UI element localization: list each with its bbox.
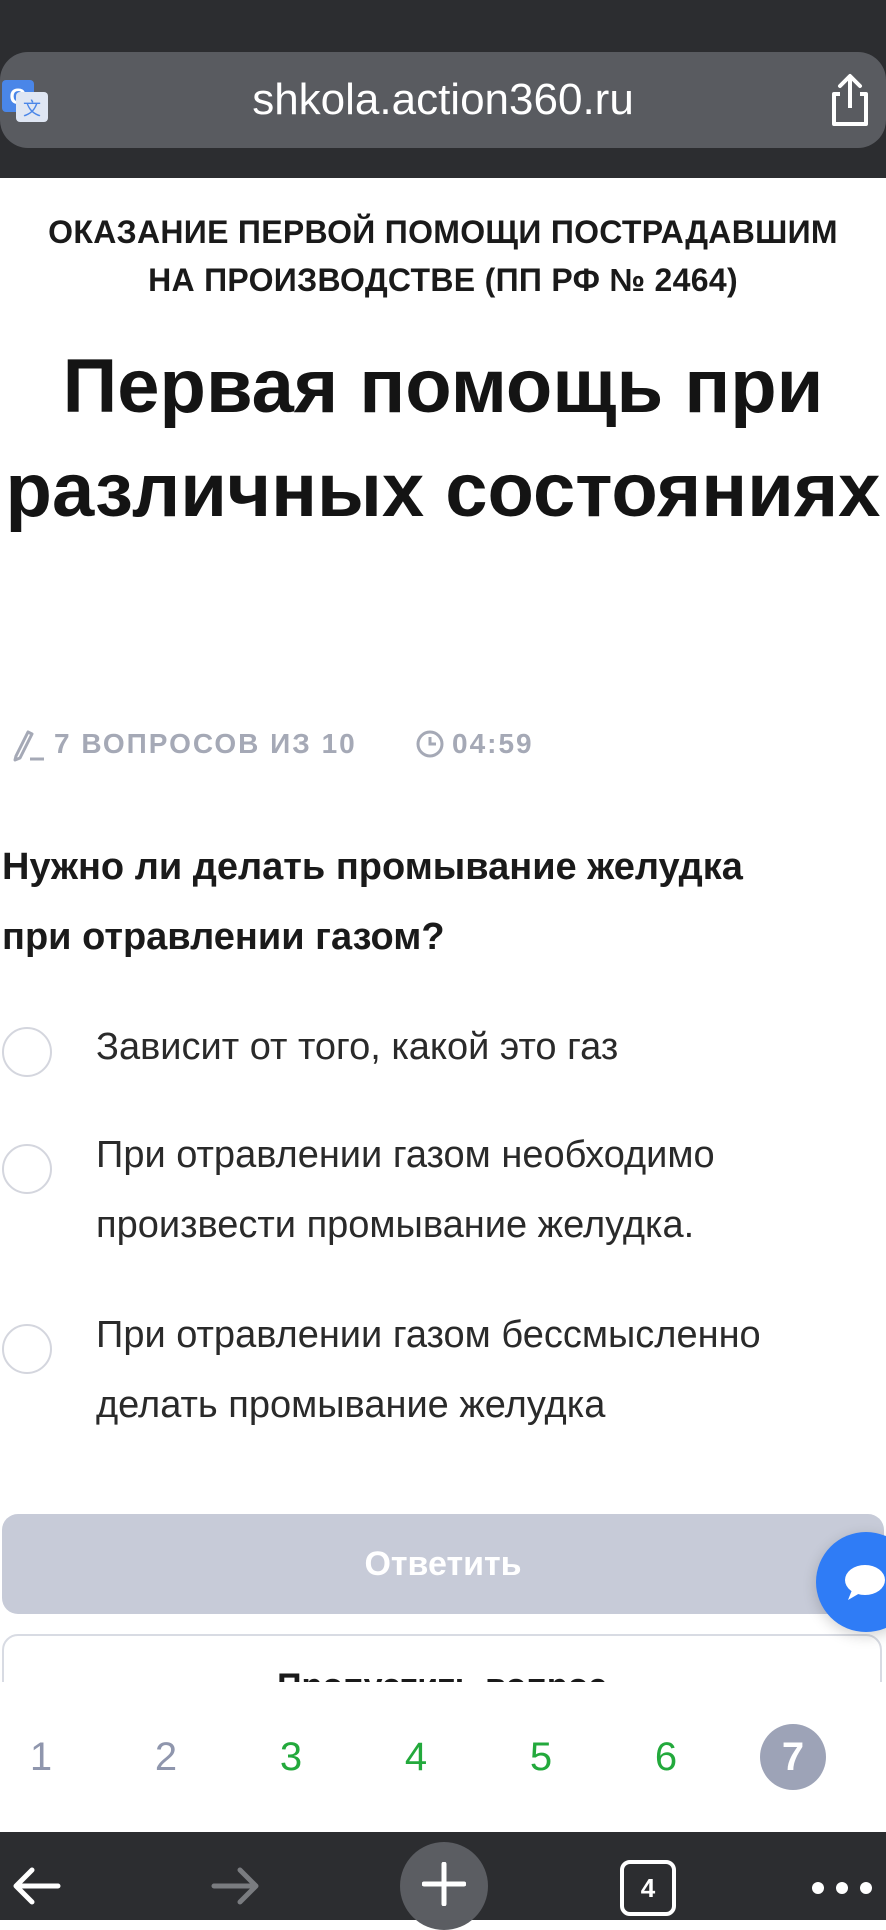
- course-header-line: ОКАЗАНИЕ ПЕРВОЙ ПОМОЩИ ПОСТРАДАВШИМ: [48, 214, 838, 250]
- page-5-link[interactable]: 5: [506, 1722, 576, 1792]
- question-line: Нужно ли делать промывание желудка: [2, 846, 743, 888]
- question-pager: 1 2 3 4 5 6 7: [0, 1682, 886, 1832]
- more-dots-icon[interactable]: [810, 1880, 874, 1896]
- page-title-line: Первая помощь при: [62, 344, 824, 429]
- radio-button[interactable]: [2, 1144, 52, 1194]
- url-text[interactable]: shkola.action360.ru: [0, 62, 886, 138]
- page-2-link[interactable]: 2: [131, 1722, 201, 1792]
- timer: 04:59: [452, 728, 534, 759]
- browser-bottom-bar: 4: [0, 1832, 886, 1930]
- plus-icon: [422, 1862, 466, 1906]
- option-line: При отравлении газом бессмысленно: [96, 1314, 761, 1356]
- option-line: делать промывание желудка: [96, 1384, 606, 1426]
- question-text: Нужно ли делать промывание желудка при о…: [2, 832, 882, 972]
- tabs-count-button[interactable]: 4: [620, 1860, 676, 1916]
- pencil-icon: [13, 730, 44, 762]
- radio-button[interactable]: [2, 1324, 52, 1374]
- course-header-line: НА ПРОИЗВОДСТВЕ (ПП РФ № 2464): [148, 262, 738, 298]
- option-line: Зависит от того, какой это газ: [96, 1026, 619, 1068]
- new-tab-button[interactable]: [400, 1842, 488, 1930]
- page-1-link[interactable]: 1: [6, 1722, 76, 1792]
- page-4-link[interactable]: 4: [381, 1722, 451, 1792]
- option-label[interactable]: При отравлении газом бессмысленно делать…: [96, 1300, 886, 1440]
- page-3-link[interactable]: 3: [256, 1722, 326, 1792]
- browser-top-bar: G 文 shkola.action360.ru: [0, 0, 886, 178]
- share-icon[interactable]: [826, 72, 874, 128]
- page-title-line: различных состояниях: [5, 448, 881, 533]
- option-label[interactable]: Зависит от того, какой это газ: [96, 1012, 886, 1082]
- option-label[interactable]: При отравлении газом необходимо произвес…: [96, 1120, 886, 1260]
- questions-count: 7 ВОПРОСОВ ИЗ 10: [54, 728, 357, 759]
- page-title: Первая помощь при различных состояниях: [0, 335, 886, 543]
- option-line: При отравлении газом необходимо: [96, 1134, 715, 1176]
- back-arrow-icon[interactable]: [8, 1862, 62, 1910]
- forward-arrow-icon[interactable]: [210, 1862, 264, 1910]
- option-line: произвести промывание желудка.: [96, 1204, 695, 1246]
- radio-button[interactable]: [2, 1027, 52, 1077]
- course-header: ОКАЗАНИЕ ПЕРВОЙ ПОМОЩИ ПОСТРАДАВШИМ НА П…: [10, 208, 876, 304]
- chat-bubble-icon: [845, 1565, 885, 1600]
- page-7-current[interactable]: 7: [760, 1724, 826, 1790]
- page-6-link[interactable]: 6: [631, 1722, 701, 1792]
- question-line: при отравлении газом?: [2, 916, 445, 958]
- answer-button[interactable]: Ответить: [2, 1514, 884, 1614]
- quiz-meta: 7 ВОПРОСОВ ИЗ 10 04:59: [0, 724, 886, 764]
- clock-icon: [416, 730, 444, 758]
